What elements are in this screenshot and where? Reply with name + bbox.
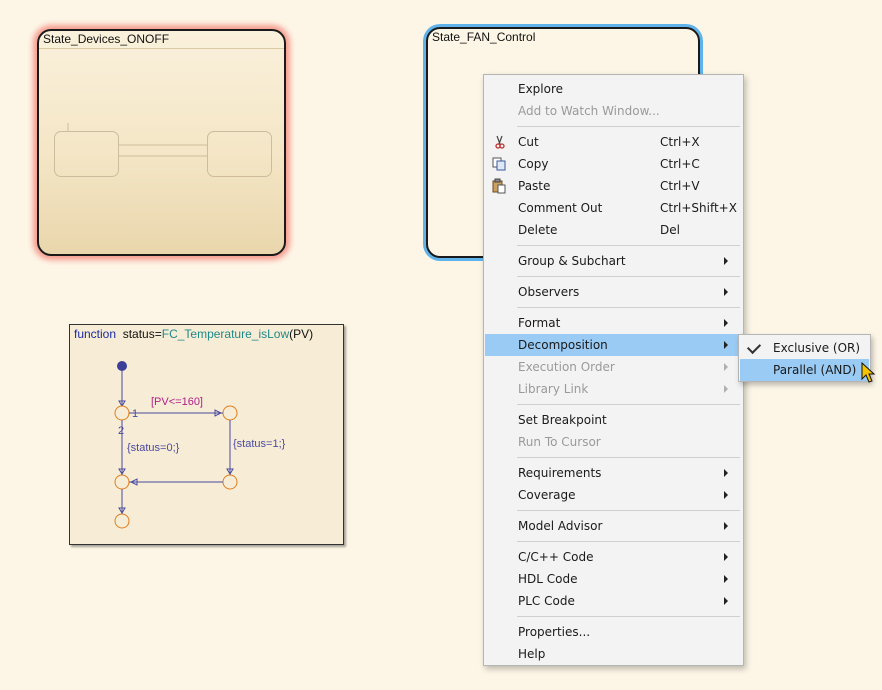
menu-item-copy[interactable]: Copy Ctrl+C	[485, 153, 742, 175]
menu-label: Format	[518, 316, 561, 330]
menu-item-coverage[interactable]: Coverage	[485, 484, 742, 506]
menu-label: Parallel (AND)	[773, 363, 857, 377]
menu-item-format[interactable]: Format	[485, 312, 742, 334]
menu-label: PLC Code	[518, 594, 575, 608]
menu-item-help[interactable]: Help	[485, 643, 742, 665]
junction-2	[222, 405, 238, 421]
menu-label: Explore	[518, 82, 564, 96]
menu-label: Model Advisor	[518, 519, 603, 533]
state-fan-control-title: State_FAN_Control	[432, 30, 536, 44]
submenu-arrow-icon	[724, 363, 728, 371]
submenu-arrow-icon	[724, 522, 728, 530]
menu-label: Properties...	[518, 625, 591, 639]
default-transition-dot	[117, 361, 127, 371]
menu-label: Observers	[518, 285, 580, 299]
graphical-function-box[interactable]: function status=FC_Temperature_isLow(PV)…	[69, 324, 344, 545]
paste-icon	[492, 178, 506, 194]
menu-item-plc-code[interactable]: PLC Code	[485, 590, 742, 612]
menu-item-add-to-watch-window[interactable]: Add to Watch Window...	[485, 100, 742, 122]
priority-label-1: 1	[132, 408, 138, 420]
decomposition-submenu: Exclusive (OR) Parallel (AND)	[738, 334, 871, 382]
menu-separator	[517, 510, 740, 511]
menu-shortcut: Ctrl+V	[660, 179, 700, 193]
menu-label: Library Link	[518, 382, 589, 396]
action-false-label: {status=0;}	[127, 442, 180, 454]
submenu-arrow-icon	[724, 341, 728, 349]
menu-item-decomposition[interactable]: Decomposition	[485, 334, 742, 356]
menu-shortcut: Ctrl+X	[660, 135, 700, 149]
checkmark-icon	[746, 339, 762, 355]
junction-4	[222, 474, 238, 490]
menu-item-run-to-cursor[interactable]: Run To Cursor	[485, 431, 742, 453]
menu-item-properties[interactable]: Properties...	[485, 621, 742, 643]
scissors-icon	[495, 135, 505, 149]
menu-item-delete[interactable]: Delete Del	[485, 219, 742, 241]
submenu-arrow-icon	[724, 319, 728, 327]
menu-label: C/C++ Code	[518, 550, 594, 564]
menu-item-model-advisor[interactable]: Model Advisor	[485, 515, 742, 537]
menu-label: Decomposition	[518, 338, 608, 352]
junction-5	[114, 513, 130, 529]
menu-item-library-link[interactable]: Library Link	[485, 378, 742, 400]
menu-separator	[517, 126, 740, 127]
menu-shortcut: Ctrl+C	[660, 157, 700, 171]
menu-label: Run To Cursor	[518, 435, 601, 449]
menu-shortcut: Del	[660, 223, 680, 237]
menu-label: Group & Subchart	[518, 254, 626, 268]
action-true-label: {status=1;}	[233, 438, 286, 450]
menu-label: Paste	[518, 179, 551, 193]
junction-3	[114, 474, 130, 490]
submenu-item-exclusive[interactable]: Exclusive (OR)	[740, 337, 869, 359]
menu-shortcut: Ctrl+Shift+X	[660, 201, 737, 215]
priority-label-2: 2	[118, 425, 124, 437]
menu-item-explore[interactable]: Explore	[485, 78, 742, 100]
menu-label: Help	[518, 647, 546, 661]
junction-1	[114, 405, 130, 421]
menu-label: Cut	[518, 135, 539, 149]
menu-label: Coverage	[518, 488, 576, 502]
menu-label: Copy	[518, 157, 549, 171]
condition-label: [PV<=160]	[151, 396, 203, 408]
menu-item-set-breakpoint[interactable]: Set Breakpoint	[485, 409, 742, 431]
menu-item-execution-order[interactable]: Execution Order	[485, 356, 742, 378]
menu-label: Comment Out	[518, 201, 603, 215]
substate-transitions	[67, 123, 207, 157]
submenu-arrow-icon	[724, 257, 728, 265]
menu-label: Add to Watch Window...	[518, 104, 660, 118]
menu-item-hdl-code[interactable]: HDL Code	[485, 568, 742, 590]
menu-item-observers[interactable]: Observers	[485, 281, 742, 303]
menu-item-cut[interactable]: Cut Ctrl+X	[485, 131, 742, 153]
menu-item-requirements[interactable]: Requirements	[485, 462, 742, 484]
menu-separator	[517, 307, 740, 308]
submenu-arrow-icon	[724, 491, 728, 499]
menu-separator	[517, 457, 740, 458]
menu-item-comment-out[interactable]: Comment Out Ctrl+Shift+X	[485, 197, 742, 219]
submenu-arrow-icon	[724, 597, 728, 605]
menu-separator	[517, 276, 740, 277]
menu-label: Execution Order	[518, 360, 615, 374]
menu-label: Set Breakpoint	[518, 413, 607, 427]
submenu-arrow-icon	[724, 575, 728, 583]
submenu-arrow-icon	[724, 469, 728, 477]
menu-label: Requirements	[518, 466, 602, 480]
menu-separator	[517, 245, 740, 246]
menu-separator	[517, 541, 740, 542]
context-menu: Explore Add to Watch Window... Cut Ctrl+X…	[483, 74, 744, 666]
menu-label: Delete	[518, 223, 558, 237]
submenu-arrow-icon	[724, 553, 728, 561]
flow-graph: 1 2 [PV<=160] {status=1;} {status=0;}	[114, 361, 286, 529]
copy-icon	[492, 157, 506, 171]
state-devices-onoff[interactable]: State_Devices_ONOFF	[37, 29, 286, 256]
menu-label: Exclusive (OR)	[773, 341, 861, 355]
submenu-arrow-icon	[724, 288, 728, 296]
menu-item-cpp-code[interactable]: C/C++ Code	[485, 546, 742, 568]
menu-separator	[517, 404, 740, 405]
menu-item-group-subchart[interactable]: Group & Subchart	[485, 250, 742, 272]
menu-label: HDL Code	[518, 572, 578, 586]
submenu-item-parallel[interactable]: Parallel (AND)	[740, 359, 869, 381]
submenu-arrow-icon	[724, 385, 728, 393]
mouse-pointer-icon	[861, 362, 876, 383]
menu-separator	[517, 616, 740, 617]
menu-item-paste[interactable]: Paste Ctrl+V	[485, 175, 742, 197]
